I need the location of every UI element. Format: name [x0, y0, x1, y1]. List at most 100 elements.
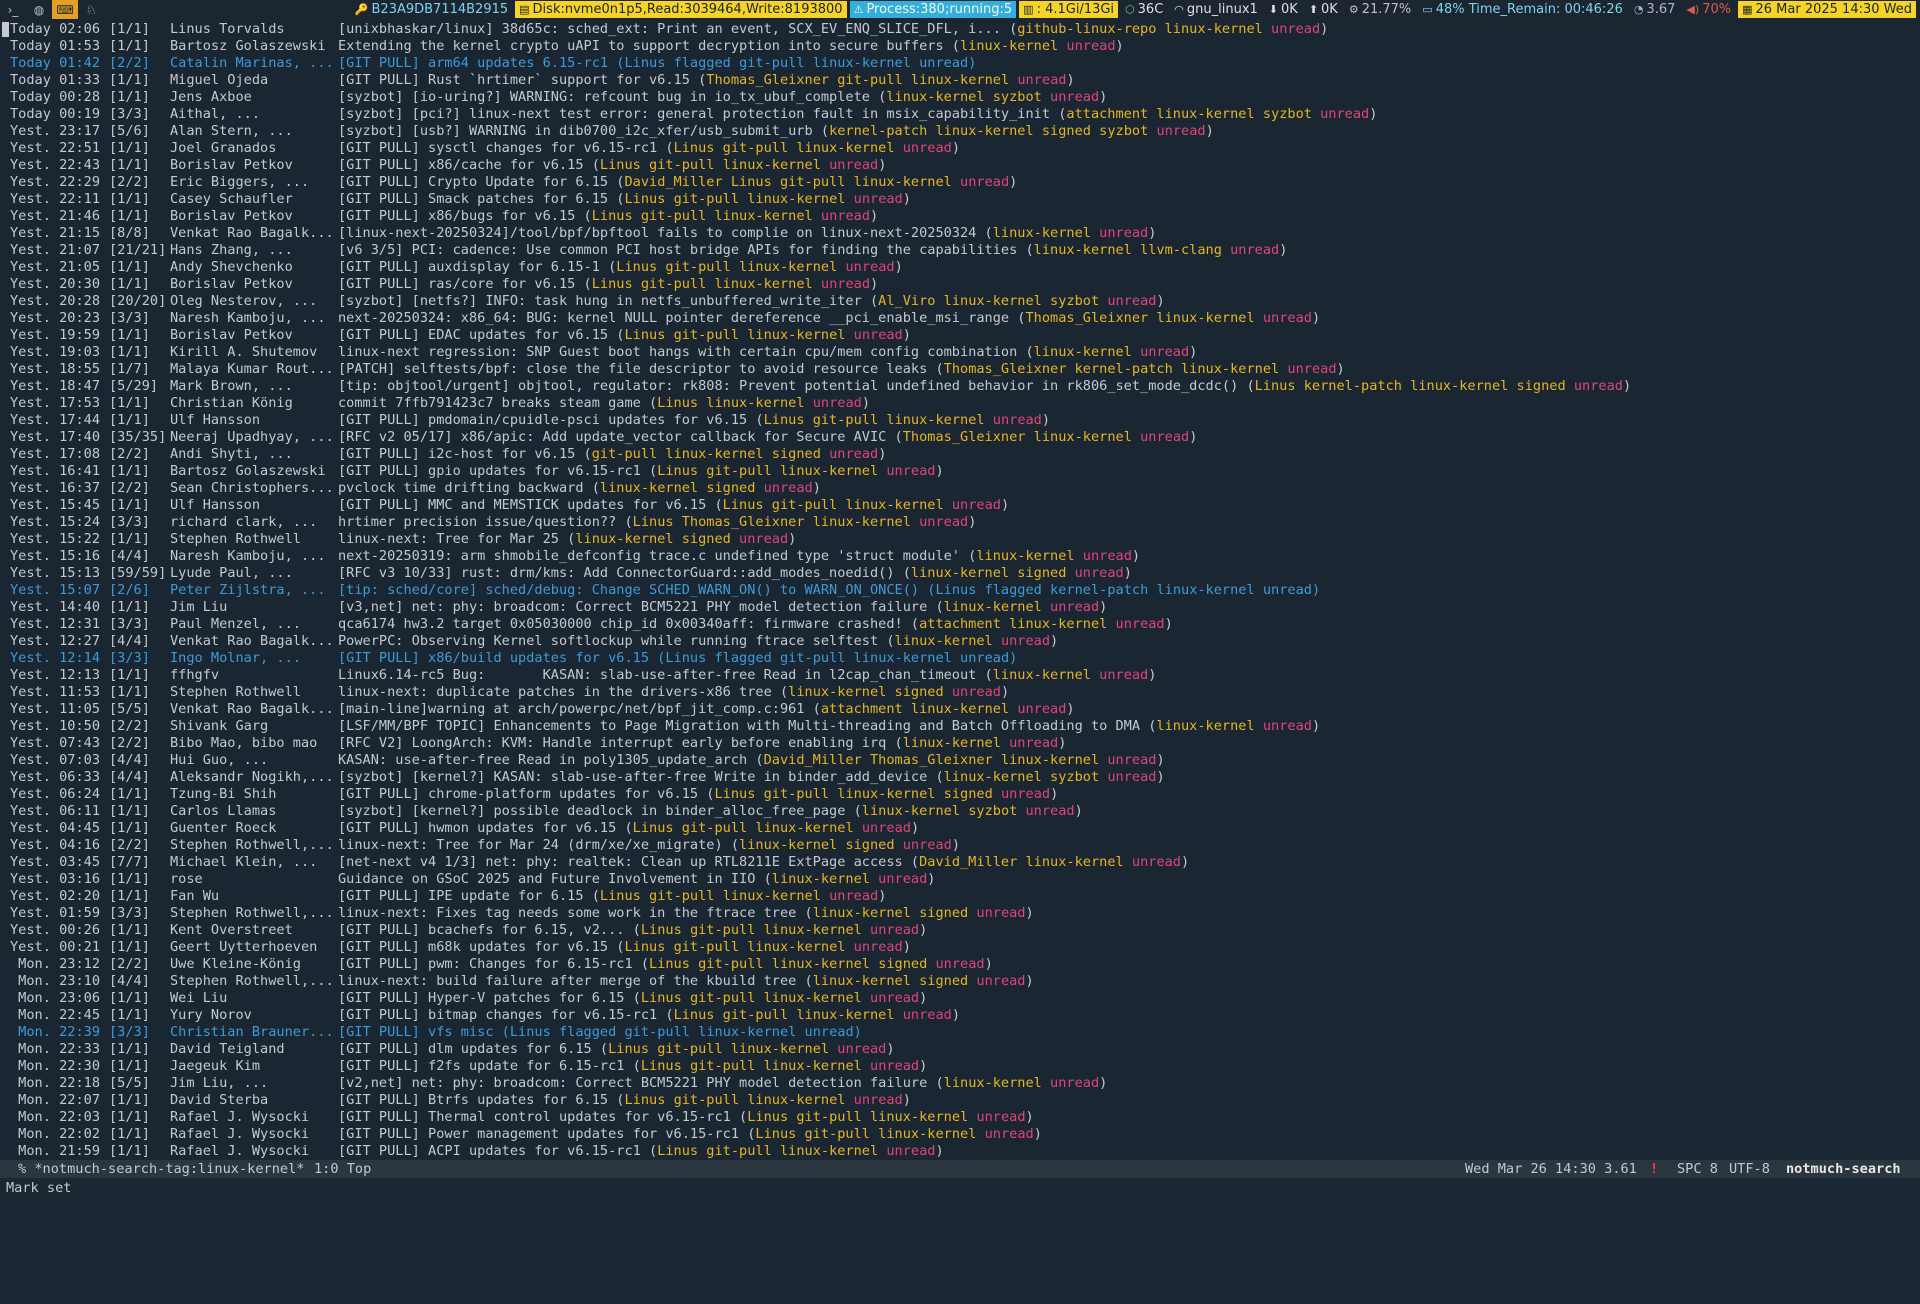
message-subject: Extending the kernel crypto uAPI to supp…: [338, 38, 960, 54]
terminal-icon[interactable]: ›_: [0, 0, 26, 19]
linux-icon[interactable]: ♘: [78, 0, 104, 19]
message-row[interactable]: Yest. 12:31 [3/3] Paul Menzel, ... qca6174 …: [0, 616, 1920, 633]
message-row[interactable]: Today 01:42 [2/2] Catalin Marinas, ... [GIT…: [0, 55, 1920, 72]
message-row[interactable]: Mon. 22:07 [1/1] David Sterba [GIT PULL] Bt…: [0, 1092, 1920, 1109]
message-row[interactable]: Mon. 23:06 [1/1] Wei Liu [GIT PULL] Hyper-V…: [0, 990, 1920, 1007]
message-row[interactable]: Yest. 07:43 [2/2] Bibo Mao, bibo mao [RFC V…: [0, 735, 1920, 752]
message-date: Mon. 22:30: [10, 1058, 101, 1074]
message-row[interactable]: Mon. 22:03 [1/1] Rafael J. Wysocki [GIT PUL…: [0, 1109, 1920, 1126]
message-date: Yest. 15:45: [10, 497, 101, 513]
editor-icon[interactable]: ⌨: [52, 0, 78, 19]
message-row[interactable]: Mon. 22:39 [3/3] Christian Brauner... [GIT …: [0, 1024, 1920, 1041]
message-row[interactable]: Yest. 19:59 [1/1] Borislav Petkov [GIT PULL…: [0, 327, 1920, 344]
message-tag: linux-kernel: [1033, 429, 1132, 445]
message-row[interactable]: Yest. 06:24 [1/1] Tzung-Bi Shih [GIT PULL] …: [0, 786, 1920, 803]
message-row[interactable]: Yest. 19:03 [1/1] Kirill A. Shutemov linux-…: [0, 344, 1920, 361]
unread-tag: unread: [861, 820, 911, 836]
message-row[interactable]: Mon. 22:45 [1/1] Yury Norov [GIT PULL] bitm…: [0, 1007, 1920, 1024]
message-row[interactable]: Yest. 15:13 [59/59] Lyude Paul, ... [RFC v3…: [0, 565, 1920, 582]
message-row[interactable]: Yest. 22:43 [1/1] Borislav Petkov [GIT PULL…: [0, 157, 1920, 174]
message-row[interactable]: Yest. 00:26 [1/1] Kent Overstreet [GIT PULL…: [0, 922, 1920, 939]
unread-tag: unread: [878, 871, 928, 887]
message-row[interactable]: Yest. 18:47 [5/29] Mark Brown, ... [tip: ob…: [0, 378, 1920, 395]
message-row[interactable]: Today 00:28 [1/1] Jens Axboe [syzbot] [io-u…: [0, 89, 1920, 106]
message-row[interactable]: Yest. 04:16 [2/2] Stephen Rothwell,... linu…: [0, 837, 1920, 854]
message-subject: [v6 3/5] PCI: cadence: Use common PCI ho…: [338, 242, 1034, 258]
message-row[interactable]: Yest. 02:20 [1/1] Fan Wu [GIT PULL] IPE upd…: [0, 888, 1920, 905]
message-row[interactable]: Yest. 22:11 [1/1] Casey Schaufler [GIT PULL…: [0, 191, 1920, 208]
message-row[interactable]: Yest. 21:05 [1/1] Andy Shevchenko [GIT PULL…: [0, 259, 1920, 276]
message-subject-line: PowerPC: Observing Kernel softlockup whi…: [338, 633, 1059, 649]
message-row[interactable]: Yest. 12:14 [3/3] Ingo Molnar, ... [GIT PUL…: [0, 650, 1920, 667]
message-tag: signed: [919, 973, 969, 989]
message-tag: linux-kernel: [779, 463, 879, 479]
message-row[interactable]: Yest. 21:07 [21/21] Hans Zhang, ... [v6 3/5…: [0, 242, 1920, 259]
message-row[interactable]: Mon. 22:18 [5/5] Jim Liu, ... [v2,net] net:…: [0, 1075, 1920, 1092]
message-row[interactable]: Mon. 23:12 [2/2] Uwe Kleine-König [GIT PULL…: [0, 956, 1920, 973]
unread-tag: unread: [739, 531, 789, 547]
message-row[interactable]: Yest. 21:15 [8/8] Venkat Rao Bagalk... [lin…: [0, 225, 1920, 242]
message-row[interactable]: Yest. 17:53 [1/1] Christian König commit 7f…: [0, 395, 1920, 412]
message-row[interactable]: Yest. 12:27 [4/4] Venkat Rao Bagalk... Powe…: [0, 633, 1920, 650]
message-tag: git-pull: [689, 922, 756, 938]
message-row[interactable]: Mon. 22:33 [1/1] David Teigland [GIT PULL] …: [0, 1041, 1920, 1058]
message-row[interactable]: Yest. 18:55 [1/7] Malaya Kumar Rout... [PAT…: [0, 361, 1920, 378]
message-row[interactable]: Mon. 23:10 [4/4] Stephen Rothwell,... linux…: [0, 973, 1920, 990]
message-subject-line: [syzbot] [kernel?] possible deadlock in …: [338, 803, 1083, 819]
message-list[interactable]: Today 02:06 [1/1] Linus Torvalds [unixbhask…: [0, 21, 1920, 1160]
message-row[interactable]: Mon. 22:30 [1/1] Jaegeuk Kim [GIT PULL] f2f…: [0, 1058, 1920, 1075]
message-count: [2/2]: [109, 480, 150, 496]
message-row[interactable]: Yest. 17:40 [35/35] Neeraj Upadhyay, ... [R…: [0, 429, 1920, 446]
message-row[interactable]: Yest. 11:53 [1/1] Stephen Rothwell linux-ne…: [0, 684, 1920, 701]
message-row[interactable]: Yest. 21:46 [1/1] Borislav Petkov [GIT PULL…: [0, 208, 1920, 225]
message-row[interactable]: Yest. 16:41 [1/1] Bartosz Golaszewski [GIT …: [0, 463, 1920, 480]
message-row[interactable]: Yest. 17:44 [1/1] Ulf Hansson [GIT PULL] pm…: [0, 412, 1920, 429]
message-row[interactable]: Mon. 22:02 [1/1] Rafael J. Wysocki [GIT PUL…: [0, 1126, 1920, 1143]
message-row[interactable]: Yest. 11:05 [5/5] Venkat Rao Bagalk... [mai…: [0, 701, 1920, 718]
message-row[interactable]: Yest. 03:45 [7/7] Michael Klein, ... [net-n…: [0, 854, 1920, 871]
message-row[interactable]: Yest. 20:30 [1/1] Borislav Petkov [GIT PULL…: [0, 276, 1920, 293]
message-row[interactable]: Yest. 00:21 [1/1] Geert Uytterhoeven [GIT P…: [0, 939, 1920, 956]
message-row[interactable]: Yest. 10:50 [2/2] Shivank Garg [LSF/MM/BPF …: [0, 718, 1920, 735]
message-date: Yest. 17:08: [10, 446, 101, 462]
message-row[interactable]: Yest. 15:07 [2/6] Peter Zijlstra, ... [tip:…: [0, 582, 1920, 599]
message-row[interactable]: Yest. 12:13 [1/1] ffhgfv Linux6.14-rc5 Bug:…: [0, 667, 1920, 684]
message-count: [5/5]: [109, 701, 150, 717]
message-row[interactable]: Yest. 15:45 [1/1] Ulf Hansson [GIT PULL] MM…: [0, 497, 1920, 514]
message-date: Mon. 22:07: [10, 1092, 101, 1108]
message-tag: David_Miller: [763, 752, 862, 768]
message-row[interactable]: Yest. 15:16 [4/4] Naresh Kamboju, ... next-…: [0, 548, 1920, 565]
message-row[interactable]: Yest. 07:03 [4/4] Hui Guo, ... KASAN: use-a…: [0, 752, 1920, 769]
message-row[interactable]: Yest. 15:22 [1/1] Stephen Rothwell linux-ne…: [0, 531, 1920, 548]
browser-icon[interactable]: ◍: [26, 0, 52, 19]
message-row[interactable]: Yest. 04:45 [1/1] Guenter Roeck [GIT PULL] …: [0, 820, 1920, 837]
message-row[interactable]: Yest. 20:23 [3/3] Naresh Kamboju, ... next-…: [0, 310, 1920, 327]
message-row[interactable]: Yest. 14:40 [1/1] Jim Liu [v3,net] net: phy…: [0, 599, 1920, 616]
thermometer-icon: ⬡: [1125, 3, 1135, 16]
message-row[interactable]: Yest. 17:08 [2/2] Andi Shyti, ... [GIT PULL…: [0, 446, 1920, 463]
message-row[interactable]: Today 01:53 [1/1] Bartosz Golaszewski Exten…: [0, 38, 1920, 55]
message-row[interactable]: Yest. 15:24 [3/3] richard clark, ... hrtime…: [0, 514, 1920, 531]
memory-icon: ▥: [1023, 3, 1034, 16]
message-row[interactable]: Yest. 16:37 [2/2] Sean Christophers... pvcl…: [0, 480, 1920, 497]
message-row[interactable]: Yest. 01:59 [3/3] Stephen Rothwell,... linu…: [0, 905, 1920, 922]
message-row[interactable]: Yest. 22:51 [1/1] Joel Granados [GIT PULL] …: [0, 140, 1920, 157]
message-author: Borislav Petkov: [170, 208, 293, 224]
message-row[interactable]: Yest. 22:29 [2/2] Eric Biggers, ... [GIT PU…: [0, 174, 1920, 191]
message-row[interactable]: Today 02:06 [1/1] Linus Torvalds [unixbhask…: [0, 21, 1920, 38]
message-count: [1/1]: [109, 803, 150, 819]
message-row[interactable]: Today 00:19 [3/3] Aithal, ... [syzbot] [pci…: [0, 106, 1920, 123]
unread-tag: unread: [812, 395, 862, 411]
message-row[interactable]: Yest. 03:16 [1/1] rose Guidance on GSoC 202…: [0, 871, 1920, 888]
unread-tag: unread: [1025, 803, 1075, 819]
message-count: [1/1]: [109, 327, 150, 343]
message-row[interactable]: Today 01:33 [1/1] Miguel Ojeda [GIT PULL] R…: [0, 72, 1920, 89]
message-row[interactable]: Yest. 06:11 [1/1] Carlos Llamas [syzbot] [k…: [0, 803, 1920, 820]
message-row[interactable]: Yest. 06:33 [4/4] Aleksandr Nogikh,... [syz…: [0, 769, 1920, 786]
message-row[interactable]: Mon. 21:59 [1/1] Rafael J. Wysocki [GIT PUL…: [0, 1143, 1920, 1160]
message-tag: linux-kernel: [714, 276, 813, 292]
message-row[interactable]: Yest. 23:17 [5/6] Alan Stern, ... [syzbot] …: [0, 123, 1920, 140]
message-row[interactable]: Yest. 20:28 [20/20] Oleg Nesterov, ... [syz…: [0, 293, 1920, 310]
message-author: Geert Uytterhoeven: [170, 939, 318, 955]
unread-tag: unread: [960, 174, 1010, 190]
